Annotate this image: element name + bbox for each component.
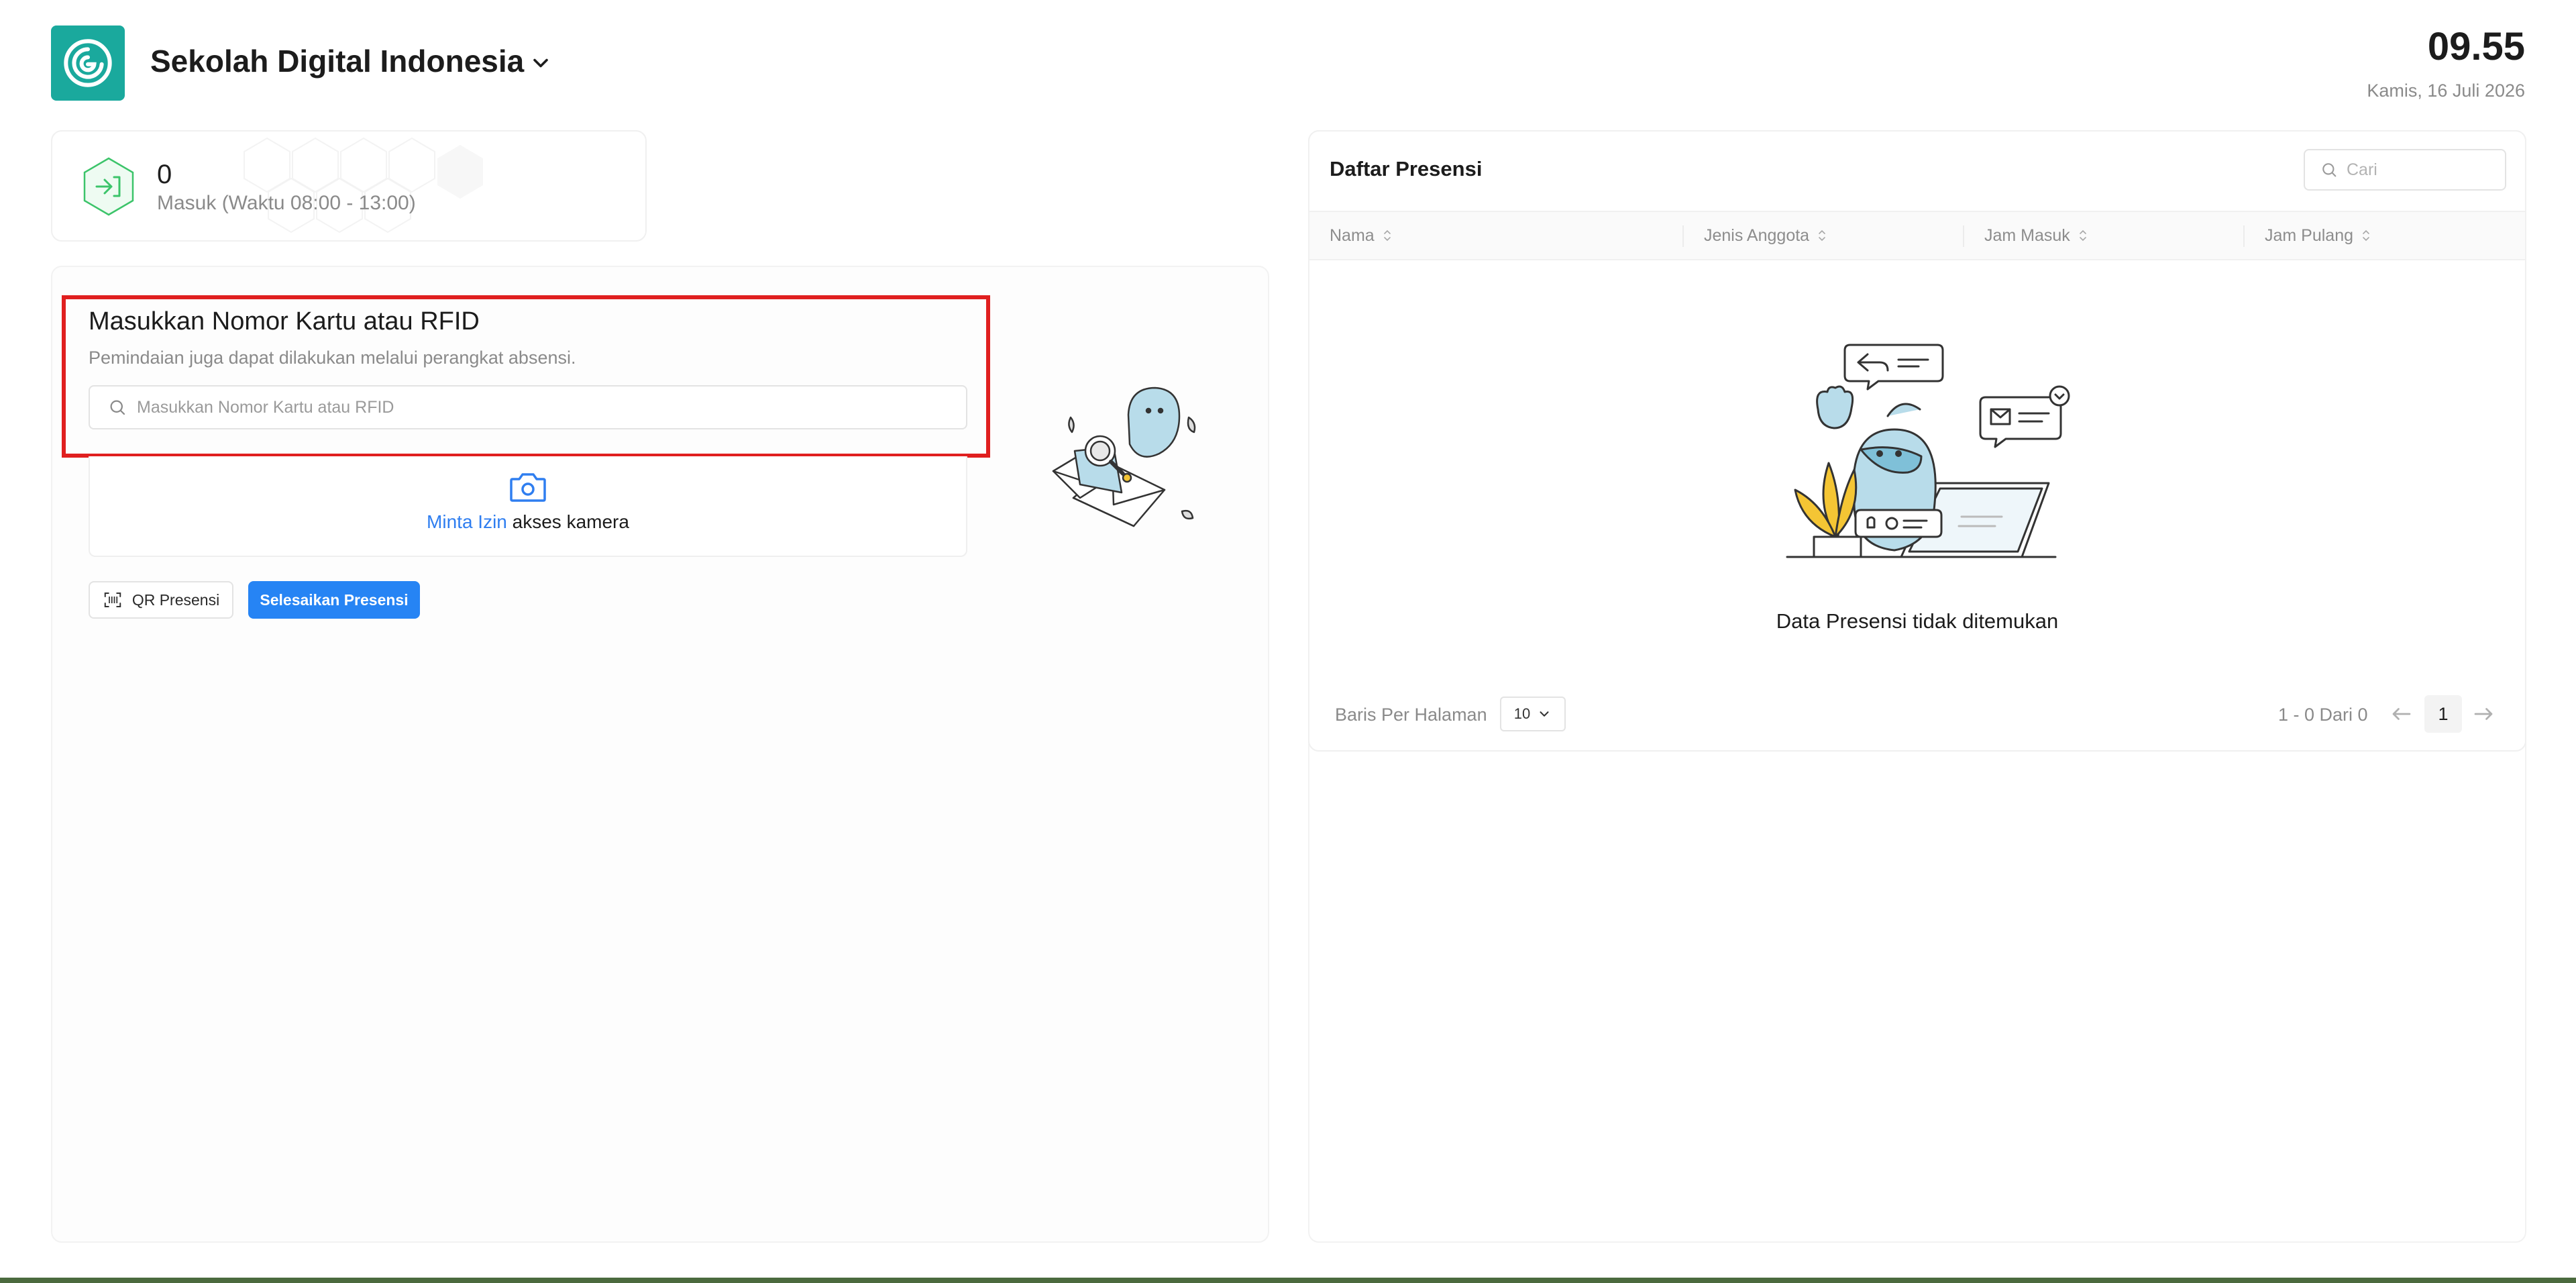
mail-illustration-icon [1052,387,1196,527]
column-separator [1963,225,1964,247]
camera-permission-suffix: akses kamera [506,511,629,532]
column-separator [1682,225,1684,247]
arrow-left-icon[interactable] [2390,702,2414,726]
rows-per-page-label: Baris Per Halaman [1335,705,1487,725]
sort-icon [2363,229,2369,242]
attendance-search-container[interactable] [2304,149,2506,191]
empty-state-text: Data Presensi tidak ditemukan [1776,609,2059,633]
request-permission-link[interactable]: Minta Izin [427,511,507,532]
finish-attendance-button[interactable]: Selesaikan Presensi [248,581,420,619]
current-date: Kamis, 16 Juli 2026 [2367,81,2525,101]
column-separator [2243,225,2245,247]
attendance-search-input[interactable] [2347,160,2494,180]
sort-icon [1383,229,1391,242]
rows-per-page-select[interactable]: 10 [1500,697,1566,731]
school-logo-icon [64,39,112,87]
check-in-count: 0 [157,160,172,189]
empty-state-illustration-icon [1786,344,2070,558]
school-logo [51,25,125,101]
camera-permission-text: Minta Izin akses kamera [0,511,1056,533]
column-header-jam-pulang[interactable]: Jam Pulang [2265,212,2371,259]
pagination-range: 1 - 0 Dari 0 [2278,705,2368,725]
column-header-jenis-anggota[interactable]: Jenis Anggota [1704,212,1827,259]
school-name[interactable]: Sekolah Digital Indonesia [150,43,524,79]
sort-icon [2080,229,2086,242]
column-header-jam-masuk[interactable]: Jam Masuk [1984,212,2088,259]
arrow-right-icon[interactable] [2471,702,2496,726]
check-in-label: Masuk (Waktu 08:00 - 13:00) [157,192,416,214]
attendance-list-title: Daftar Presensi [1330,157,1483,181]
pagination-current-page[interactable]: 1 [2424,695,2462,733]
check-in-stat-card: 0 Masuk (Waktu 08:00 - 13:00) [51,130,647,242]
chevron-down-icon[interactable] [529,51,553,75]
attendance-table-header: Nama Jenis Anggota Jam Masuk Jam Pulang [1309,211,2525,260]
current-time: 09.55 [2427,25,2525,68]
qr-presensi-button[interactable]: QR Presensi [89,581,233,619]
window-bottom-edge [0,1278,2576,1283]
focus-highlight [62,295,990,458]
qr-presensi-label: QR Presensi [131,591,220,609]
login-arrow-icon [83,157,134,216]
camera-icon[interactable] [508,470,547,505]
qr-scan-icon [104,593,121,607]
rows-per-page-value: 10 [1513,705,1531,722]
hexagon-pattern-icon [244,137,483,234]
column-header-nama[interactable]: Nama [1330,212,1392,259]
chevron-down-icon [1540,711,1549,717]
search-icon [2322,163,2337,177]
sort-icon [1819,229,1825,242]
